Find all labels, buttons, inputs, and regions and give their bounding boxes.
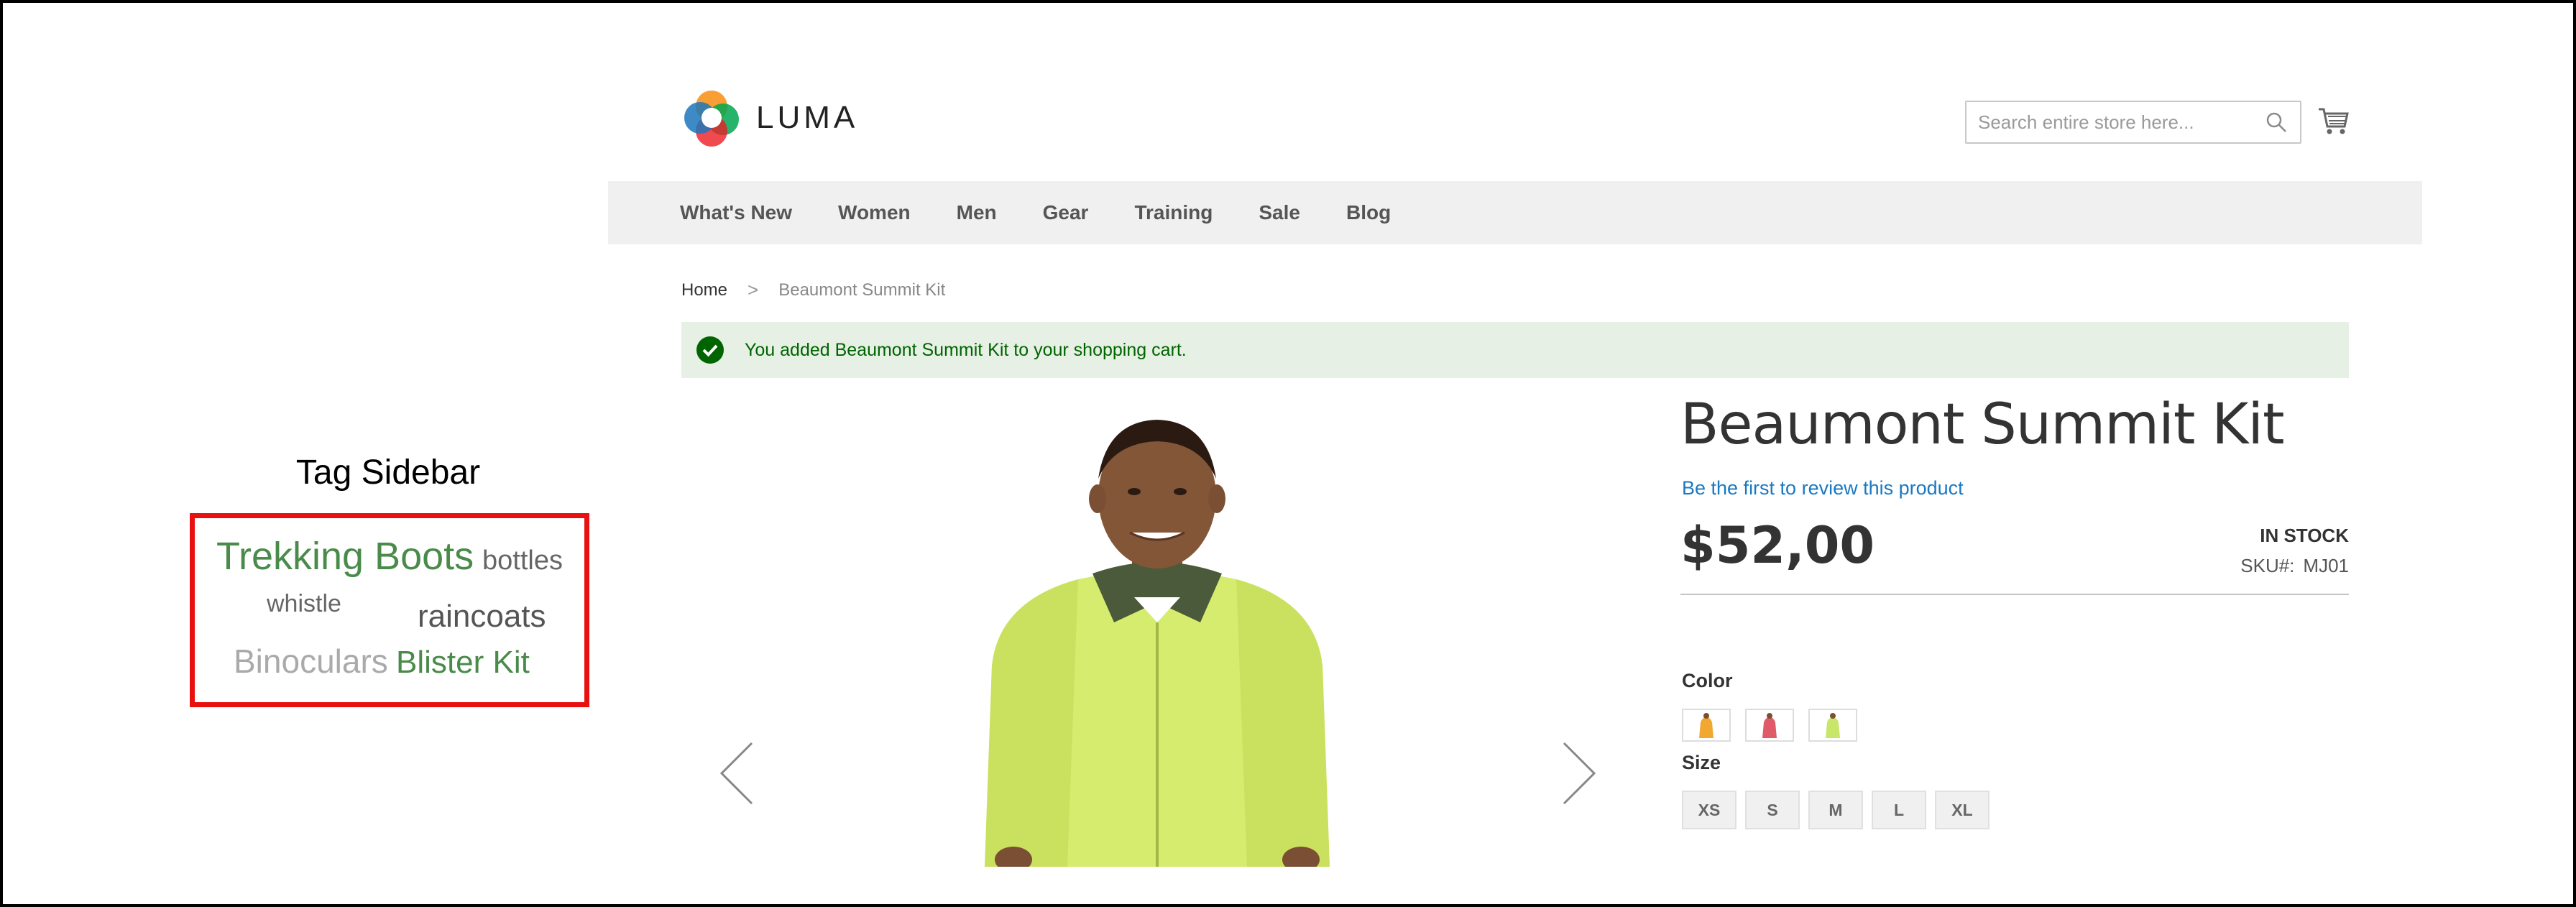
breadcrumb-current: Beaumont Summit Kit xyxy=(778,280,946,300)
tag-link[interactable]: bottles xyxy=(482,545,563,576)
sku-label: SKU#: xyxy=(2240,555,2295,576)
color-swatch-lime[interactable] xyxy=(1808,709,1857,742)
tag-link[interactable]: whistle xyxy=(267,590,341,618)
color-swatch-pink[interactable] xyxy=(1745,709,1794,742)
color-swatch-orange[interactable] xyxy=(1682,709,1731,742)
breadcrumb-separator: > xyxy=(748,279,759,300)
sku-value: MJ01 xyxy=(2303,555,2349,576)
color-swatches xyxy=(1682,709,1872,742)
size-option-s[interactable]: S xyxy=(1745,791,1800,829)
gallery-next-arrow-icon[interactable] xyxy=(1557,739,1600,808)
size-option-l[interactable]: L xyxy=(1872,791,1926,829)
nav-item-women[interactable]: Women xyxy=(838,201,911,224)
success-message: You added Beaumont Summit Kit to your sh… xyxy=(681,322,2349,378)
tag-sidebar-title: Tag Sidebar xyxy=(295,454,481,492)
size-label: Size xyxy=(1682,752,1721,773)
jacket-thumbnail-icon xyxy=(1762,713,1777,738)
jacket-thumbnail-icon xyxy=(1699,713,1714,738)
store-logo[interactable]: LUMA xyxy=(680,86,858,149)
luma-logo-icon xyxy=(684,91,739,147)
tag-link[interactable]: Trekking Boots xyxy=(216,534,474,579)
product-image xyxy=(985,420,1330,867)
logo-text: LUMA xyxy=(756,100,859,135)
product-price: $52,00 xyxy=(1680,516,1875,575)
main-navigation: What's New Women Men Gear Training Sale … xyxy=(608,181,2422,244)
size-option-xs[interactable]: XS xyxy=(1682,791,1736,829)
nav-item-gear[interactable]: Gear xyxy=(1043,201,1089,224)
tag-cloud: Trekking Boots bottles whistle raincoats… xyxy=(190,513,589,707)
tag-link[interactable]: Binoculars xyxy=(234,642,388,681)
size-options: XS S M L XL xyxy=(1682,791,1998,829)
product-title: Beaumont Summit Kit xyxy=(1680,392,2285,457)
check-circle-icon xyxy=(696,336,724,364)
size-option-xl[interactable]: XL xyxy=(1935,791,1990,829)
breadcrumb-home-link[interactable]: Home xyxy=(681,280,727,300)
search-icon[interactable] xyxy=(2264,110,2288,134)
search-input[interactable] xyxy=(1978,111,2264,134)
cart-icon[interactable] xyxy=(2316,103,2350,138)
size-option-m[interactable]: M xyxy=(1808,791,1863,829)
nav-item-blog[interactable]: Blog xyxy=(1346,201,1391,224)
tag-link[interactable]: Blister Kit xyxy=(396,645,530,681)
product-sku: SKU#: MJ01 xyxy=(2240,555,2349,577)
nav-item-training[interactable]: Training xyxy=(1134,201,1213,224)
success-message-text: You added Beaumont Summit Kit to your sh… xyxy=(745,339,1187,360)
nav-item-men[interactable]: Men xyxy=(957,201,997,224)
nav-item-whats-new[interactable]: What's New xyxy=(680,201,792,224)
price-divider xyxy=(1680,594,2349,595)
tag-link[interactable]: raincoats xyxy=(418,599,546,635)
color-label: Color xyxy=(1682,670,1733,691)
nav-item-sale[interactable]: Sale xyxy=(1259,201,1300,224)
breadcrumb: Home > Beaumont Summit Kit xyxy=(681,279,945,301)
search-box[interactable] xyxy=(1965,101,2301,144)
jacket-thumbnail-icon xyxy=(1826,713,1840,738)
gallery-prev-arrow-icon[interactable] xyxy=(716,739,759,808)
review-link[interactable]: Be the first to review this product xyxy=(1682,477,1964,499)
stock-status: IN STOCK xyxy=(2260,525,2349,546)
